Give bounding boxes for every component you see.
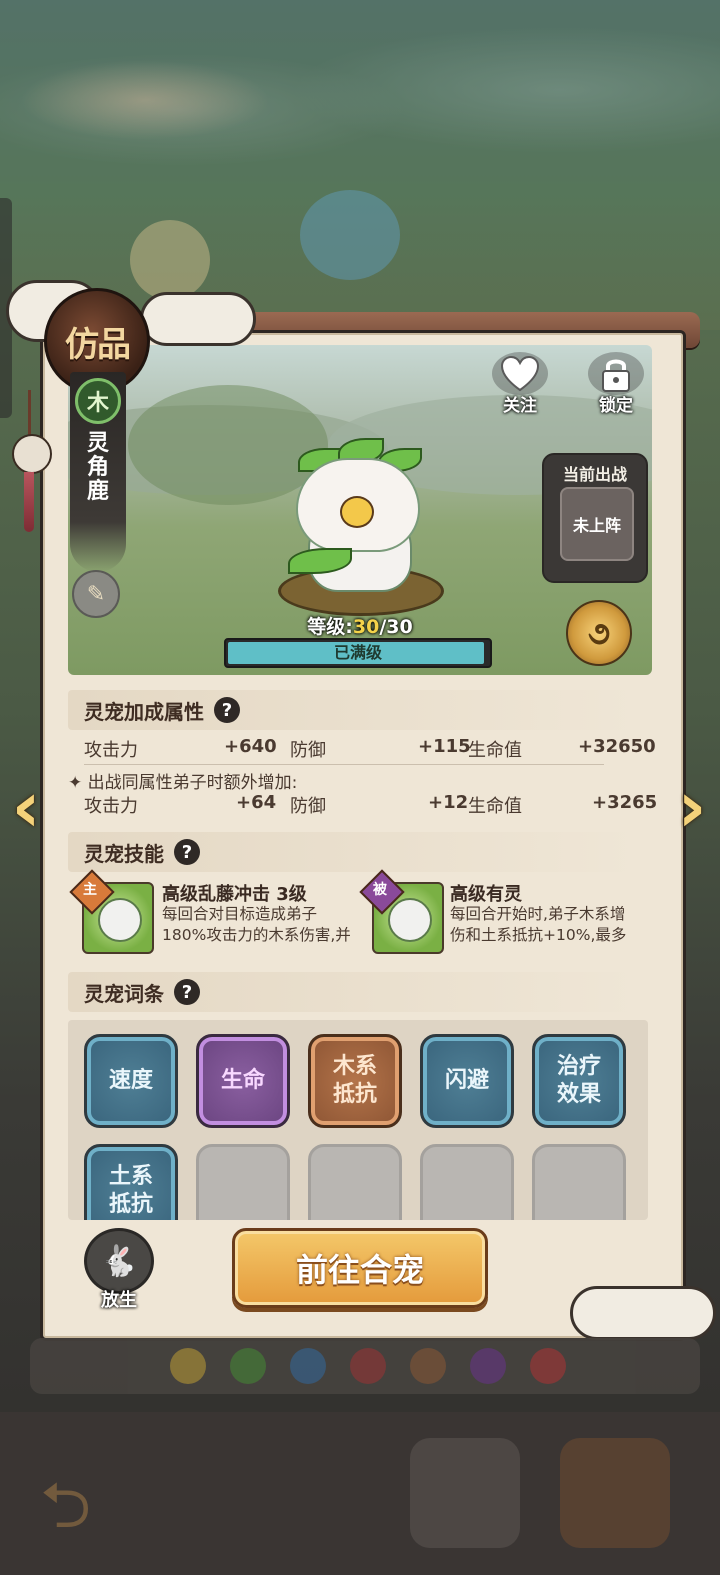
follow-button[interactable]: 关注: [488, 352, 552, 416]
trait-tile-empty[interactable]: [532, 1144, 626, 1220]
current-deploy-box[interactable]: 当前出战 未上阵: [542, 453, 648, 583]
deploy-slot: 未上阵: [560, 487, 634, 561]
tray-icon: [350, 1348, 386, 1384]
tray-icon: [530, 1348, 566, 1384]
skill-desc: 每回合对目标造成弟子180%攻击力的木系伤害,并额外造成弟: [162, 905, 351, 944]
charm-face: [12, 434, 52, 474]
trait-tile[interactable]: 生命: [196, 1034, 290, 1128]
tray-icon: [230, 1348, 266, 1384]
pet-name: 灵角鹿: [86, 431, 109, 504]
lock-label: 锁定: [599, 396, 633, 416]
charm-string: [28, 390, 31, 440]
stat-value: +3265: [592, 792, 658, 813]
tray-icon: [170, 1348, 206, 1384]
bonus-header-label: 灵宠加成属性: [84, 699, 204, 724]
release-button[interactable]: 🐇 放生: [82, 1228, 156, 1312]
stat-label: 防御: [290, 796, 326, 817]
trait-grid: 速度 生命 木系 抵抗 闪避 治疗 效果土系 抵抗: [68, 1020, 648, 1220]
background-scenery: [0, 0, 720, 330]
name-banner: 木 灵角鹿: [70, 372, 126, 572]
cloud-decoration: [570, 1286, 716, 1340]
stat-label: 攻击力: [84, 740, 138, 761]
tray-icon: [290, 1348, 326, 1384]
background-title-art: [20, 60, 270, 140]
rabbit-icon: 🐇: [84, 1228, 154, 1294]
rename-button[interactable]: ✎: [72, 570, 120, 618]
question-icon[interactable]: ?: [214, 697, 240, 723]
level-label: 等级:: [307, 616, 353, 638]
background-character: [130, 220, 210, 300]
level-bar: 已满级: [224, 638, 492, 668]
background-character: [300, 190, 400, 280]
cloud-decoration: [140, 292, 256, 346]
traits-header: 灵宠词条 ?: [68, 972, 642, 1012]
follow-label: 关注: [503, 396, 537, 416]
back-arrow-icon[interactable]: ⮌: [40, 1460, 91, 1568]
release-label: 放生: [101, 1290, 137, 1311]
skills-header: 灵宠技能 ?: [68, 832, 642, 872]
background-tray: [30, 1338, 700, 1394]
skill-tag: 被: [373, 882, 387, 898]
stat-value: +640: [224, 736, 277, 757]
stat-value: +32650: [578, 736, 656, 757]
element-badge: 木: [75, 378, 121, 424]
skills-header-label: 灵宠技能: [84, 841, 164, 866]
pet-sprite: [268, 438, 448, 616]
background-nav-item: [560, 1438, 670, 1548]
stat-label: 生命值: [468, 796, 522, 817]
divider: [84, 764, 604, 765]
tray-icon: [410, 1348, 446, 1384]
stat-value: +64: [236, 792, 277, 813]
trait-tile[interactable]: 木系 抵抗: [308, 1034, 402, 1128]
trait-tile[interactable]: 速度: [84, 1034, 178, 1128]
stat-value: +115: [418, 736, 471, 757]
sparkle-icon: ✦: [68, 773, 83, 793]
level-current: 30: [352, 616, 380, 638]
skill-portrait: [98, 898, 142, 942]
trait-tile[interactable]: 土系 抵抗: [84, 1144, 178, 1220]
skill-tag: 主: [83, 882, 97, 898]
lock-button[interactable]: 锁定: [584, 352, 648, 416]
bonus-note-text: 出战同属性弟子时额外增加:: [87, 773, 298, 793]
level-status: 已满级: [333, 643, 382, 662]
stat-label: 攻击力: [84, 796, 138, 817]
bonus-note: ✦ 出战同属性弟子时额外增加:: [68, 768, 297, 793]
skill-name: 高级有灵: [450, 884, 522, 905]
trait-tile[interactable]: 闪避: [420, 1034, 514, 1128]
level-text: 等级:30/30: [0, 612, 720, 639]
heart-icon: [492, 352, 548, 395]
charm-tassel: [24, 472, 34, 532]
stat-label: 生命值: [468, 740, 522, 761]
trait-tile-empty[interactable]: [196, 1144, 290, 1220]
bonus-stat-row: 攻击力 +64 防御 +12 生命值 +3265: [84, 792, 660, 820]
skill-desc: 每回合开始时,弟子木系增伤和土系抵抗+10%,最多+50%: [450, 905, 627, 944]
question-icon[interactable]: ?: [174, 979, 200, 1005]
skill-portrait: [388, 898, 432, 942]
background-nav-item: [410, 1438, 520, 1548]
trait-tile[interactable]: 治疗 效果: [532, 1034, 626, 1128]
chevron-right-icon[interactable]: ›: [670, 752, 714, 862]
deploy-title: 当前出战: [562, 465, 627, 484]
pet-eye: [340, 496, 374, 528]
go-merge-button[interactable]: 前往合宠: [232, 1228, 488, 1308]
lock-icon: [588, 352, 644, 395]
level-max: /30: [379, 616, 413, 638]
tray-icon: [470, 1348, 506, 1384]
question-icon[interactable]: ?: [174, 839, 200, 865]
stat-label: 防御: [290, 740, 326, 761]
chevron-left-icon[interactable]: ‹: [4, 752, 48, 862]
trait-tile-empty[interactable]: [420, 1144, 514, 1220]
bonus-stat-row: 攻击力 +640 防御 +115 生命值 +32650: [84, 736, 660, 764]
skill-name: 高级乱藤冲击 3级: [162, 884, 307, 905]
trait-tile-empty[interactable]: [308, 1144, 402, 1220]
hanging-charm: [10, 390, 52, 550]
traits-header-label: 灵宠词条: [84, 981, 164, 1006]
stat-value: +12: [428, 792, 469, 813]
brush-icon: ✎: [86, 581, 106, 607]
bonus-header: 灵宠加成属性 ?: [68, 690, 642, 730]
